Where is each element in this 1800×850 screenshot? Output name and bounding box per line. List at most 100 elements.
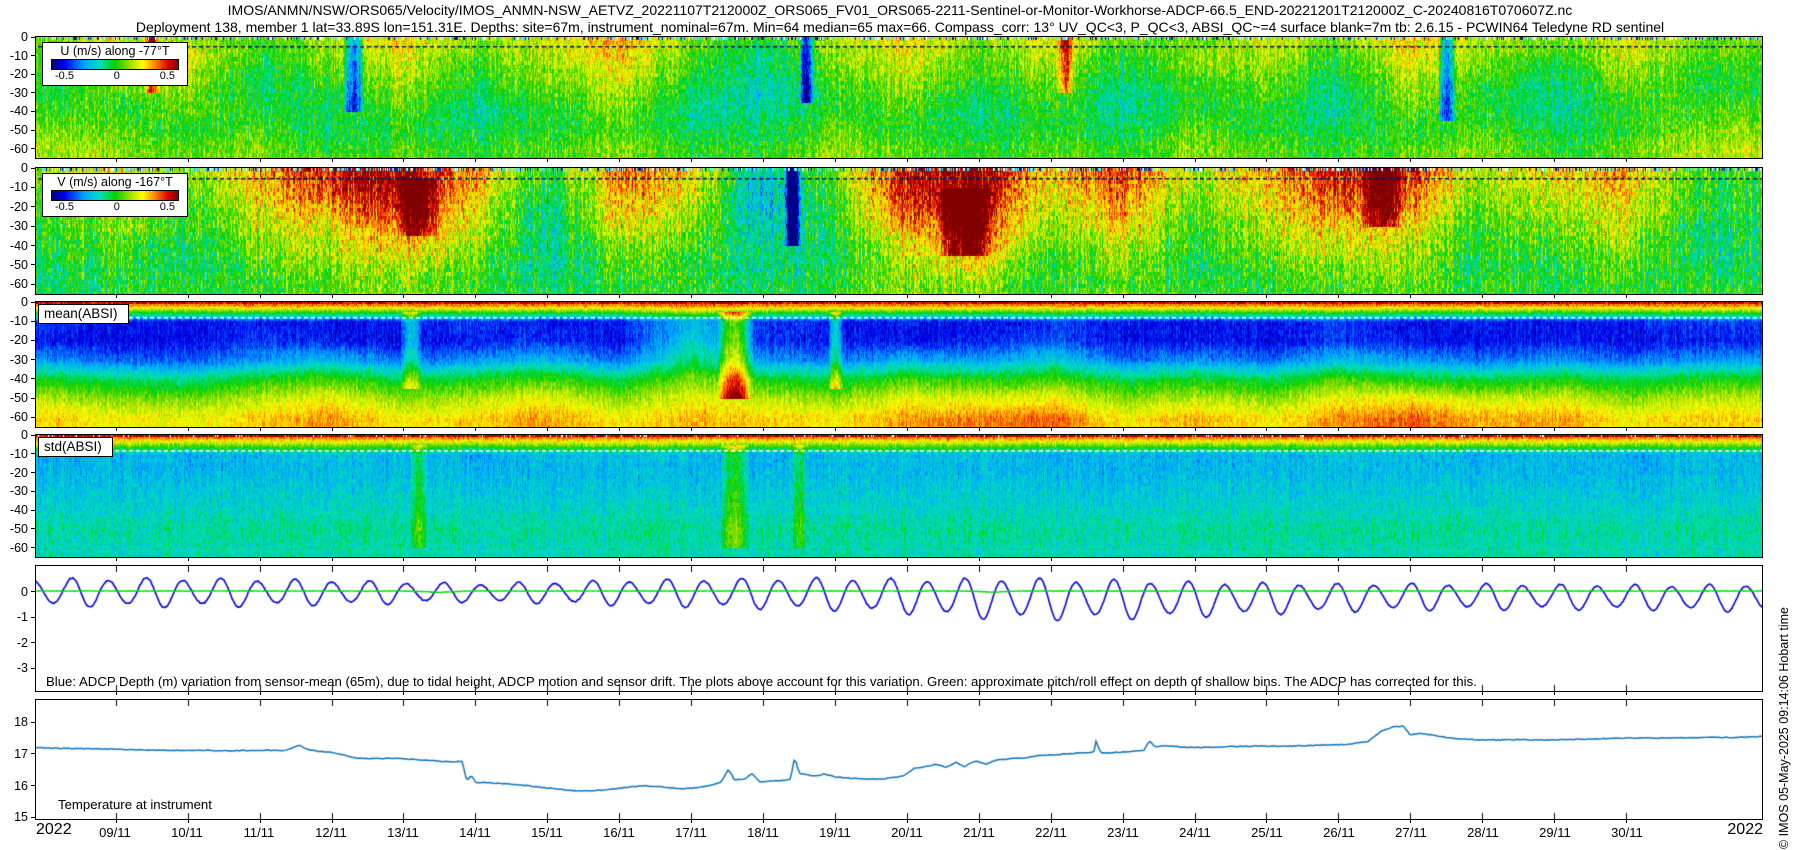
figure-title-deployment: Deployment 138, member 1 lat=33.89S lon=… bbox=[0, 19, 1800, 35]
y-axis-tick bbox=[31, 547, 36, 548]
x-axis-tick bbox=[403, 557, 404, 561]
y-axis-tick bbox=[31, 398, 36, 399]
y-axis-tick bbox=[31, 245, 36, 246]
y-axis-tick bbox=[31, 817, 36, 818]
x-axis-tick bbox=[1626, 158, 1627, 162]
x-axis-tick bbox=[1482, 557, 1483, 561]
std-absi-heatmap-panel: std(ABSI) 0-10-20-30-40-50-60 bbox=[35, 434, 1763, 558]
adcp-figure: IMOS/ANMN/NSW/ORS065/Velocity/IMOS_ANMN-… bbox=[0, 0, 1800, 850]
x-axis-year-right: 2022 bbox=[1727, 821, 1763, 839]
x-axis-date-label: 25/11 bbox=[1251, 825, 1283, 840]
x-axis-tick bbox=[188, 557, 189, 561]
y-axis-tick-label: -50 bbox=[10, 522, 28, 536]
y-axis-tick bbox=[31, 264, 36, 265]
u-colorbar-ticks: -0.5 0 0.5 bbox=[51, 70, 179, 82]
x-axis-tick bbox=[332, 427, 333, 431]
x-axis-date-label: 17/11 bbox=[675, 825, 707, 840]
y-axis-tick bbox=[31, 528, 36, 529]
x-axis-tick bbox=[619, 427, 620, 431]
x-axis-tick bbox=[1051, 691, 1052, 695]
x-axis-tick bbox=[1338, 819, 1339, 823]
x-axis-tick bbox=[907, 557, 908, 561]
x-axis-tick bbox=[691, 819, 692, 823]
x-axis-tick bbox=[1554, 557, 1555, 561]
x-axis-tick bbox=[332, 294, 333, 298]
x-axis-tick bbox=[907, 427, 908, 431]
y-axis-tick-label: -60 bbox=[10, 410, 28, 424]
y-axis-tick-label: -20 bbox=[10, 466, 28, 480]
mean-absi-label: mean(ABSI) bbox=[38, 304, 129, 324]
x-axis-tick bbox=[1482, 427, 1483, 431]
x-axis-tick bbox=[979, 557, 980, 561]
y-axis-tick-label: 0 bbox=[21, 585, 28, 599]
v-colorbar-tick-min: -0.5 bbox=[55, 201, 74, 213]
x-axis-tick bbox=[907, 691, 908, 695]
y-axis-tick-label: -3 bbox=[17, 661, 28, 675]
mean-absi-heatmap-panel: mean(ABSI) 0-10-20-30-40-50-60 bbox=[35, 301, 1763, 428]
x-axis-tick bbox=[763, 557, 764, 561]
u-colorbar-title: U (m/s) along -77°T bbox=[51, 44, 179, 58]
u-colorbar-tick-max: 0.5 bbox=[160, 70, 175, 82]
x-axis-tick bbox=[1266, 294, 1267, 298]
y-axis-tick-label: -10 bbox=[10, 180, 28, 194]
x-axis-date-label: 22/11 bbox=[1035, 825, 1067, 840]
x-axis-tick bbox=[475, 691, 476, 695]
x-axis-tick bbox=[979, 691, 980, 695]
y-axis-tick-label: -2 bbox=[17, 636, 28, 650]
x-axis-tick bbox=[619, 557, 620, 561]
x-axis-tick bbox=[1195, 158, 1196, 162]
x-axis-date-label: 20/11 bbox=[891, 825, 923, 840]
y-axis-tick-label: -60 bbox=[10, 277, 28, 291]
x-axis-tick bbox=[763, 427, 764, 431]
x-axis-tick bbox=[188, 819, 189, 823]
y-axis-tick-label: 18 bbox=[14, 715, 28, 729]
figure-title-filename: IMOS/ANMN/NSW/ORS065/Velocity/IMOS_ANMN-… bbox=[0, 2, 1800, 18]
x-axis-tick bbox=[1410, 158, 1411, 162]
x-axis-tick bbox=[1051, 427, 1052, 431]
x-axis-tick bbox=[188, 691, 189, 695]
v-velocity-heatmap-canvas bbox=[36, 168, 1762, 294]
x-axis-tick bbox=[403, 691, 404, 695]
x-axis-tick bbox=[1123, 158, 1124, 162]
x-axis-tick bbox=[1123, 557, 1124, 561]
u-colorbar-gradient bbox=[51, 59, 179, 70]
x-axis-tick bbox=[1123, 294, 1124, 298]
x-axis-tick bbox=[1051, 557, 1052, 561]
x-axis-tick bbox=[979, 819, 980, 823]
y-axis-tick bbox=[31, 302, 36, 303]
x-axis-date-label: 28/11 bbox=[1467, 825, 1499, 840]
y-axis-tick-label: -10 bbox=[10, 447, 28, 461]
x-axis-tick bbox=[1626, 294, 1627, 298]
x-axis-tick bbox=[475, 158, 476, 162]
v-colorbar-ticks: -0.5 0 0.5 bbox=[51, 201, 179, 213]
y-axis-tick bbox=[31, 74, 36, 75]
x-axis-tick bbox=[475, 294, 476, 298]
v-colorbar-title: V (m/s) along -167°T bbox=[51, 175, 179, 189]
u-colorbar-legend: U (m/s) along -77°T -0.5 0 0.5 bbox=[42, 42, 188, 86]
temperature-line-panel: Temperature at instrument 18171615 bbox=[35, 699, 1763, 820]
x-axis-tick bbox=[1626, 427, 1627, 431]
y-axis-tick bbox=[31, 92, 36, 93]
x-axis-tick bbox=[475, 819, 476, 823]
x-axis-tick bbox=[1266, 427, 1267, 431]
x-axis-tick bbox=[1554, 691, 1555, 695]
x-axis-tick bbox=[1266, 819, 1267, 823]
y-axis-tick bbox=[31, 37, 36, 38]
x-axis-tick bbox=[1626, 691, 1627, 695]
depth-variation-annotation: Blue: ADCP Depth (m) variation from sens… bbox=[46, 674, 1477, 689]
x-axis-tick bbox=[1338, 294, 1339, 298]
x-axis-tick bbox=[691, 557, 692, 561]
y-axis-tick bbox=[31, 510, 36, 511]
y-axis-tick-label: -40 bbox=[10, 104, 28, 118]
y-axis-tick-label: 16 bbox=[14, 779, 28, 793]
x-axis-tick bbox=[1338, 557, 1339, 561]
x-axis-tick bbox=[835, 294, 836, 298]
x-axis-tick bbox=[1195, 557, 1196, 561]
x-axis-tick bbox=[475, 427, 476, 431]
y-axis-tick-label: -20 bbox=[10, 200, 28, 214]
y-axis-tick bbox=[31, 722, 36, 723]
y-axis-tick bbox=[31, 226, 36, 227]
y-axis-tick-label: -1 bbox=[17, 610, 28, 624]
x-axis-tick bbox=[116, 294, 117, 298]
x-axis-tick bbox=[763, 819, 764, 823]
